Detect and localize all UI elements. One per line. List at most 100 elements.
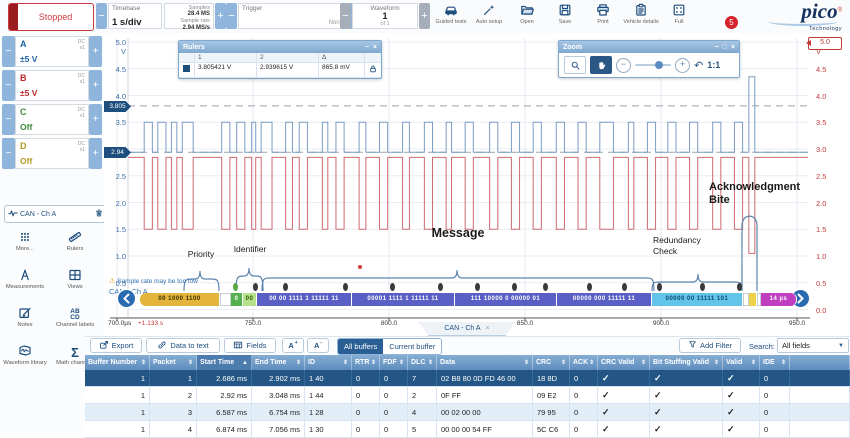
- channel-b[interactable]: − B DCx1 ±5 V +: [2, 70, 102, 101]
- column-header-rtr[interactable]: RTR⇕: [352, 355, 380, 370]
- table-row[interactable]: 146.874 ms7.056 ms1 3000500 00 00 54 FF5…: [85, 421, 850, 438]
- ruler-col-delta: Δ: [319, 53, 365, 63]
- ruler-value-2: 2.939615 V: [257, 63, 319, 78]
- zoom-minimize-icon[interactable]: −: [715, 44, 719, 51]
- column-header-valid[interactable]: Valid⇕: [723, 355, 760, 370]
- column-header-bit-stuffing-valid[interactable]: Bit Stuffing Valid⇕: [650, 355, 723, 370]
- auto-setup-button[interactable]: Auto setup: [470, 3, 508, 31]
- channel-d[interactable]: − D DCx1 Off +: [2, 138, 102, 169]
- channel-D-decrease[interactable]: −: [2, 138, 15, 169]
- table-row[interactable]: 112.686 ms2.902 ms1 4000702 B8 80 0D FD …: [85, 370, 850, 387]
- channel-a[interactable]: − A DCx1 ±5 V +: [2, 36, 102, 67]
- full-button[interactable]: Full: [660, 3, 698, 31]
- tool-measurements[interactable]: Measurements: [0, 268, 50, 304]
- tool-more[interactable]: More...: [0, 230, 50, 266]
- waveform-next-button[interactable]: +: [419, 3, 430, 29]
- print-button[interactable]: Print: [584, 3, 622, 31]
- decode-segment-data[interactable]: 00001 1111 1 11111 11: [352, 293, 455, 306]
- channel-C-decrease[interactable]: −: [2, 104, 15, 135]
- zoom-out-button[interactable]: −: [616, 58, 631, 73]
- column-header-ack[interactable]: ACK⇕: [570, 355, 598, 370]
- channel-D-increase[interactable]: +: [89, 138, 102, 169]
- decode-previous-frame-button[interactable]: [118, 290, 135, 307]
- ruler-lock-icon[interactable]: [365, 63, 381, 78]
- all-buffers-button[interactable]: All buffers: [338, 339, 383, 354]
- timebase-panel[interactable]: Timebase 1 s/div: [108, 3, 162, 29]
- fields-button[interactable]: Fields: [224, 338, 276, 353]
- table-row[interactable]: 136.587 ms6.754 ms1 2800400 02 00 0079 9…: [85, 404, 850, 421]
- column-header-ide[interactable]: IDE⇕: [760, 355, 790, 370]
- samples-panel[interactable]: Samples 28.4 MS Sample rate 2.94 MS/s: [164, 3, 214, 29]
- current-buffer-button[interactable]: Current buffer: [383, 339, 441, 354]
- zoom-ratio[interactable]: 1:1: [707, 60, 720, 70]
- waveform-previous-button[interactable]: −: [340, 3, 351, 29]
- decode-segment-id[interactable]: 00 1000 1100: [140, 293, 220, 306]
- timebase-increase-button[interactable]: +: [215, 3, 226, 29]
- column-header-start-time[interactable]: Start Time▲: [197, 355, 252, 370]
- zoom-select-tool-button[interactable]: [564, 56, 586, 74]
- channel-B-decrease[interactable]: −: [2, 70, 15, 101]
- vehicle-details-button[interactable]: Vehicle details: [622, 3, 660, 31]
- column-header-end-time[interactable]: End Time⇕: [252, 355, 305, 370]
- decode-segment-crc[interactable]: 00000 00 11111 101: [652, 293, 743, 306]
- delete-decoder-icon[interactable]: [94, 205, 104, 223]
- guided-tests-button[interactable]: Guided tests: [432, 3, 470, 31]
- data-to-text-button[interactable]: Data to text: [146, 338, 220, 353]
- ruler-handle-1[interactable]: 3.805: [104, 101, 131, 112]
- trigger-panel[interactable]: Trigger None: [238, 3, 348, 29]
- zoom-maximize-icon[interactable]: □: [723, 44, 727, 51]
- tool-views[interactable]: Views: [50, 268, 100, 304]
- font-increase-button[interactable]: A+: [282, 338, 304, 353]
- add-filter-button[interactable]: Add Filter: [679, 338, 741, 353]
- rulers-minimize-icon[interactable]: −: [365, 44, 369, 51]
- channel-C-increase[interactable]: +: [89, 104, 102, 135]
- open-button[interactable]: Open: [508, 3, 546, 31]
- decode-segment-data[interactable]: 111 10000 0 00000 01: [455, 293, 557, 306]
- decode-segment-eof[interactable]: 14 µs: [761, 293, 797, 306]
- tool-rulers[interactable]: Rulers: [50, 230, 100, 266]
- rulers-close-icon[interactable]: ×: [373, 44, 377, 51]
- zoom-popup[interactable]: Zoom − □ × − + ↶ 1:1: [558, 40, 740, 78]
- column-header-data[interactable]: Data⇕: [437, 355, 533, 370]
- column-header-dlc[interactable]: DLC⇕: [408, 355, 437, 370]
- search-field-select[interactable]: All fields ▼: [777, 338, 849, 353]
- zoom-popup-titlebar[interactable]: Zoom − □ ×: [559, 41, 739, 53]
- ruler-handle-2[interactable]: 2.94: [104, 147, 131, 158]
- column-header-buffer-number[interactable]: Buffer Number⇕: [85, 355, 150, 370]
- channel-A-decrease[interactable]: −: [2, 36, 15, 67]
- zoom-in-button[interactable]: +: [675, 58, 690, 73]
- decode-segment-data[interactable]: 00000 000 11111 11: [557, 293, 652, 306]
- column-header-crc[interactable]: CRC⇕: [533, 355, 570, 370]
- decode-segment-data[interactable]: 00 00 1111 1 11111 11: [257, 293, 352, 306]
- trigger-decrease-button[interactable]: −: [226, 3, 237, 29]
- serial-decoder-chip[interactable]: CAN - Ch A: [4, 205, 108, 223]
- column-header-fdf[interactable]: FDF⇕: [380, 355, 408, 370]
- zoom-undo-icon[interactable]: ↶: [694, 59, 703, 72]
- tab-close-icon[interactable]: ×: [486, 325, 490, 332]
- decode-table-tab[interactable]: CAN - Ch A ×: [419, 322, 515, 336]
- decode-segment-ctrl2[interactable]: 00: [243, 293, 257, 306]
- channel-B-increase[interactable]: +: [89, 70, 102, 101]
- channel-c[interactable]: − C DCx1 Off +: [2, 104, 102, 135]
- save-button[interactable]: Save: [546, 3, 584, 31]
- font-decrease-button[interactable]: A-: [307, 338, 329, 353]
- zoom-close-icon[interactable]: ×: [731, 44, 735, 51]
- column-header-id[interactable]: ID⇕: [305, 355, 352, 370]
- timebase-decrease-button[interactable]: −: [96, 3, 107, 29]
- decode-segment-ack[interactable]: [749, 293, 757, 306]
- scope-view[interactable]: 5.04.54.03.53.02.52.01.51.00.5V4.54.03.5…: [104, 33, 850, 332]
- column-header-packet[interactable]: Packet⇕: [150, 355, 197, 370]
- start-stop-button[interactable]: Stopped: [8, 3, 94, 31]
- zoom-slider[interactable]: [635, 64, 671, 66]
- decode-segment-gap[interactable]: [220, 293, 231, 306]
- rulers-popup[interactable]: Rulers − × 1 2 Δ 3.805421 V 2.939615 V 8…: [178, 40, 382, 79]
- decode-segment-ctrl[interactable]: 0: [231, 293, 243, 306]
- pan-tool-button[interactable]: [590, 56, 612, 74]
- rulers-popup-titlebar[interactable]: Rulers − ×: [179, 41, 381, 53]
- channel-A-increase[interactable]: +: [89, 36, 102, 67]
- table-row[interactable]: 122.92 ms3.048 ms1 440020F FF09 E20✓✓✓0: [85, 387, 850, 404]
- zoom-slider-knob[interactable]: [655, 61, 663, 69]
- export-button[interactable]: Export: [90, 338, 142, 353]
- trigger-level-marker[interactable]: 5.0: [808, 37, 842, 50]
- column-header-crc-valid[interactable]: CRC Valid⇕: [598, 355, 650, 370]
